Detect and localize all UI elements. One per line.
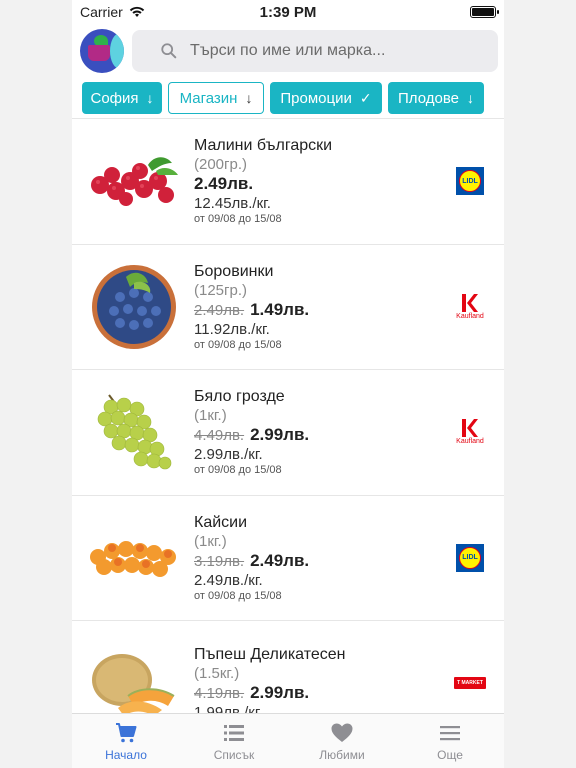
tmarket-logo-text: T MARKET xyxy=(457,680,483,687)
product-quantity: (125гр.) xyxy=(194,281,247,299)
product-period: от 09/08 до 15/08 xyxy=(194,213,282,226)
app-window: Carrier 1:39 PM София ↓ xyxy=(72,0,504,768)
filter-city[interactable]: София ↓ xyxy=(82,82,162,114)
filter-promotions-label: Промоции xyxy=(280,89,352,107)
product-period: от 09/08 до 15/08 xyxy=(194,338,282,351)
search-bar[interactable] xyxy=(132,30,498,72)
arrow-down-icon: ↓ xyxy=(146,90,154,106)
arrow-down-icon: ↓ xyxy=(466,90,474,106)
blueberries-image xyxy=(84,257,184,357)
product-price: 2.99лв. xyxy=(250,425,310,445)
product-unit-price: 2.99лв./кг. xyxy=(194,446,263,464)
tab-favorites-label: Любими xyxy=(319,747,365,762)
wifi-icon xyxy=(129,6,144,17)
menu-icon xyxy=(440,725,460,740)
status-bar: Carrier 1:39 PM xyxy=(72,0,504,24)
filter-store[interactable]: Магазин ↓ xyxy=(168,82,264,114)
store-logo-kaufland: Kaufland xyxy=(450,287,490,327)
tab-list[interactable]: Списък xyxy=(180,714,288,768)
product-unit-price: 2.49лв./кг. xyxy=(194,571,263,589)
product-unit-price: 11.92лв./кг. xyxy=(194,320,270,338)
tab-more-label: Още xyxy=(437,747,463,762)
product-old-price: 4.19лв. xyxy=(194,684,245,702)
product-name: Кайсии xyxy=(194,513,248,531)
battery-icon xyxy=(470,6,499,18)
checkmark-icon: ✓ xyxy=(359,90,372,106)
heart-icon xyxy=(331,723,353,742)
list-icon xyxy=(224,724,244,741)
tab-favorites[interactable]: Любими xyxy=(288,714,396,768)
tab-home-label: Начало xyxy=(105,747,147,762)
kaufland-icon xyxy=(461,419,478,438)
raspberries-image xyxy=(84,131,184,231)
product-price: 1.49лв. xyxy=(250,299,310,319)
app-logo[interactable] xyxy=(80,29,124,73)
product-list[interactable]: Малини български (200гр.) 2.49лв. 12.45л… xyxy=(72,118,504,713)
tab-more[interactable]: Още xyxy=(396,714,504,768)
product-row[interactable]: Кайсии (1кг.) 3.19лв. 2.49лв. 2.49лв./кг… xyxy=(72,496,504,621)
store-logo-lidl: LIDL xyxy=(450,538,490,578)
arrow-down-icon: ↓ xyxy=(245,90,253,106)
right-margin xyxy=(504,0,576,768)
product-old-price: 4.49лв. xyxy=(194,427,245,445)
melon-image xyxy=(84,633,184,713)
product-quantity: (1кг.) xyxy=(194,407,227,425)
store-logo-lidl: LIDL xyxy=(450,161,490,201)
product-name: Малини български xyxy=(194,137,333,155)
kaufland-logo-text: Kaufland xyxy=(456,438,484,446)
product-old-price: 2.49лв. xyxy=(194,301,245,319)
apricots-image xyxy=(84,508,184,608)
tab-bar: Начало Списък Любими Още xyxy=(72,713,504,768)
kaufland-logo-text: Kaufland xyxy=(456,312,484,320)
product-unit-price: 1.99лв./кг. xyxy=(194,703,263,713)
kaufland-icon xyxy=(461,293,478,312)
tab-home[interactable]: Начало xyxy=(72,714,180,768)
search-icon xyxy=(161,43,177,59)
white-grapes-image xyxy=(84,382,184,482)
filter-bar: София ↓ Магазин ↓ Промоции ✓ Плодове ↓ xyxy=(72,76,504,116)
left-margin xyxy=(0,0,72,768)
filter-promotions[interactable]: Промоции ✓ xyxy=(270,82,382,114)
product-quantity: (1.5кг.) xyxy=(194,664,240,682)
product-row[interactable]: Боровинки (125гр.) 2.49лв. 1.49лв. 11.92… xyxy=(72,245,504,370)
product-name: Пъпеш Деликатесен xyxy=(194,645,346,663)
lidl-logo-text: LIDL xyxy=(462,554,478,562)
product-quantity: (200гр.) xyxy=(194,156,247,174)
product-period: от 09/08 до 15/08 xyxy=(194,589,282,602)
filter-category[interactable]: Плодове ↓ xyxy=(388,82,484,114)
header xyxy=(72,24,504,76)
filter-category-label: Плодове xyxy=(398,89,459,107)
product-row[interactable]: Малини български (200гр.) 2.49лв. 12.45л… xyxy=(72,119,504,245)
filter-city-label: София xyxy=(90,89,139,107)
product-price: 2.49лв. xyxy=(250,550,310,570)
cart-icon xyxy=(116,722,137,742)
product-row[interactable]: Бяло грозде (1кг.) 4.49лв. 2.99лв. 2.99л… xyxy=(72,370,504,496)
product-unit-price: 12.45лв./кг. xyxy=(194,195,271,213)
store-logo-kaufland: Kaufland xyxy=(450,412,490,452)
tab-list-label: Списък xyxy=(213,747,255,762)
product-price: 2.49лв. xyxy=(194,174,254,194)
product-price: 2.99лв. xyxy=(250,682,310,702)
product-row[interactable]: Пъпеш Деликатесен (1.5кг.) 4.19лв. 2.99л… xyxy=(72,621,504,713)
product-period: от 09/08 до 15/08 xyxy=(194,464,282,477)
product-name: Боровинки xyxy=(194,262,274,280)
product-quantity: (1кг.) xyxy=(194,532,227,550)
lidl-logo-text: LIDL xyxy=(462,177,478,185)
carrier-label: Carrier xyxy=(80,4,123,20)
product-old-price: 3.19лв. xyxy=(194,552,245,570)
search-input[interactable] xyxy=(190,42,484,60)
store-logo-tmarket: T MARKET xyxy=(450,663,490,703)
filter-store-label: Магазин xyxy=(179,89,238,107)
product-name: Бяло грозде xyxy=(194,388,285,406)
